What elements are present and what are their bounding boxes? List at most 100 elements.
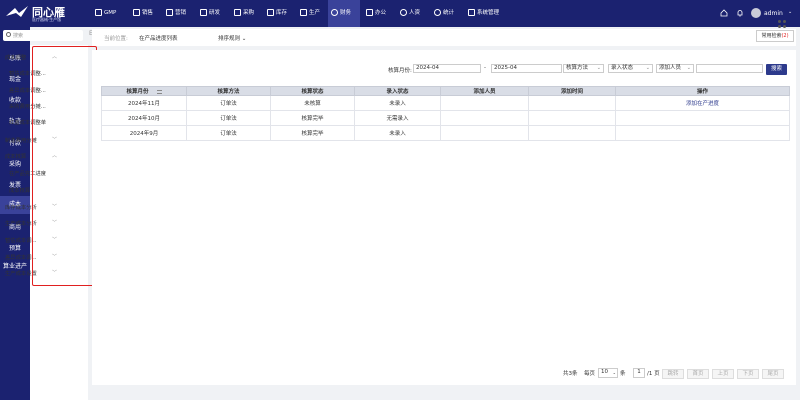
submenu-item-wip-progress[interactable]: 在产品完工进度 bbox=[9, 169, 46, 177]
nav-finance[interactable]: 财务 bbox=[328, 0, 360, 27]
submenu-group-estimate-cost[interactable]: 暂估成本调... ﹀ bbox=[5, 236, 61, 244]
submenu-item-purchase-allocation[interactable]: 采购费用分摊... bbox=[9, 102, 46, 110]
submenu-item-red-blue-adjust[interactable]: 红蓝成本调整单 bbox=[9, 118, 46, 126]
col-adder: 添加人员 bbox=[440, 86, 529, 96]
search-box[interactable]: 搜索 bbox=[3, 30, 83, 41]
month-to-input[interactable]: 2025-04 bbox=[491, 64, 562, 73]
submenu-item-variance-adjust[interactable]: 差异成本调整... bbox=[9, 86, 46, 94]
brand-logo: 同心雁 医疗器械·生产版 bbox=[6, 4, 81, 24]
search-button[interactable]: 搜索 bbox=[766, 64, 787, 75]
search-input[interactable]: 搜索 bbox=[13, 32, 23, 39]
bell-icon[interactable] bbox=[736, 9, 744, 17]
cell-adder bbox=[440, 95, 529, 111]
submenu-group-inventory-cost[interactable]: 库存成本分析 ﹀ bbox=[5, 203, 61, 211]
nav-office[interactable]: 办公 bbox=[366, 0, 386, 27]
sort-rule-dropdown[interactable]: 排序规则 ⌄ bbox=[218, 34, 246, 42]
bird-logo-icon bbox=[6, 6, 28, 17]
col-actions: 操作 bbox=[615, 86, 790, 96]
stats-icon bbox=[434, 9, 441, 16]
username[interactable]: admin bbox=[764, 10, 783, 17]
breadcrumb-bar: 当前位置: 在产品进度列表 排序规则 ⌄ bbox=[92, 29, 796, 46]
chevron-up-icon: ︿ bbox=[51, 153, 57, 159]
settings-icon bbox=[468, 9, 475, 16]
gmp-icon bbox=[95, 9, 102, 16]
nav-marketing[interactable]: 营销 bbox=[166, 0, 186, 27]
cell-method: 订单法 bbox=[186, 95, 271, 111]
avatar[interactable] bbox=[751, 8, 761, 18]
submenu-group-production-settings[interactable]: 生产成本设置 ﹀ bbox=[5, 269, 61, 277]
keyword-input[interactable] bbox=[696, 64, 763, 73]
cell-entry-status: 未录入 bbox=[354, 125, 441, 141]
nav-rnd[interactable]: 研发 bbox=[200, 0, 220, 27]
chevron-down-icon: ﹀ bbox=[51, 220, 57, 226]
last-page-button[interactable]: 尾页 bbox=[762, 369, 784, 379]
common-search-button[interactable]: 常用检索(2) bbox=[756, 30, 794, 42]
cell-status: 核算完毕 bbox=[270, 110, 355, 126]
table-row: 2024年9月 订单法 核算完毕 未录入 bbox=[101, 125, 790, 141]
nav-stats[interactable]: 统计 bbox=[434, 0, 454, 27]
nav-purchase[interactable]: 采购 bbox=[234, 0, 254, 27]
table-row: 2024年10月 订单法 核算完毕 无需录入 bbox=[101, 110, 790, 126]
cell-entry-status: 无需录入 bbox=[354, 110, 441, 126]
sidebar-item-budget[interactable]: 预算 bbox=[0, 243, 30, 252]
submenu-group-cost-adjust[interactable]: 成本调整 ︿ bbox=[5, 53, 61, 61]
grid-menu-icon[interactable] bbox=[778, 20, 786, 28]
chevron-down-icon[interactable]: ⌄ bbox=[788, 9, 792, 15]
first-page-button[interactable]: 首页 bbox=[687, 369, 709, 379]
breadcrumb-current: 在产品进度列表 bbox=[139, 36, 178, 42]
cell-adder bbox=[440, 110, 529, 126]
prev-page-button[interactable]: 上页 bbox=[712, 369, 734, 379]
nav-sales[interactable]: 销售 bbox=[133, 0, 153, 27]
nav-hr[interactable]: 人资 bbox=[400, 0, 420, 27]
month-label: 核算月份: bbox=[388, 68, 412, 74]
jump-button[interactable]: 跳转 bbox=[662, 369, 684, 379]
table-header-row: 核算月份 核算方法 核算状态 录入状态 添加人员 添加时间 操作 bbox=[101, 86, 790, 96]
col-month[interactable]: 核算月份 bbox=[101, 86, 187, 96]
total-count: 共3条 bbox=[563, 371, 578, 377]
hr-icon bbox=[400, 9, 407, 16]
sales-icon bbox=[133, 9, 140, 16]
home-icon[interactable] bbox=[720, 9, 728, 17]
adder-select[interactable]: 添加人员 ⌄ bbox=[656, 64, 694, 73]
month-from-input[interactable]: 2024-04 bbox=[413, 64, 481, 73]
submenu-item-estimate-adjust[interactable]: 暂估成本调整... bbox=[9, 69, 46, 77]
per-page-unit: 条 bbox=[620, 371, 626, 377]
cell-entry-status: 未录入 bbox=[354, 95, 441, 111]
sidebar-item-purchase[interactable]: 采购 bbox=[0, 159, 30, 168]
submenu-item-cost-accounting[interactable]: 成本核算 bbox=[9, 186, 30, 194]
next-page-button[interactable]: 下页 bbox=[737, 369, 759, 379]
chevron-down-icon: ﹀ bbox=[51, 270, 57, 276]
chevron-down-icon: ﹀ bbox=[51, 137, 57, 143]
cell-method: 订单法 bbox=[186, 125, 271, 141]
submenu-group-mfg-allocation[interactable]: 制造费用分摊 ﹀ bbox=[5, 136, 61, 144]
col-entry-status: 录入状态 bbox=[354, 86, 441, 96]
per-page-label: 每页 bbox=[584, 371, 596, 377]
sort-icon[interactable] bbox=[156, 89, 162, 94]
entry-status-select[interactable]: 录入状态 ⌄ bbox=[608, 64, 653, 73]
chevron-down-icon: ﹀ bbox=[51, 254, 57, 260]
purchase-icon bbox=[234, 9, 241, 16]
range-separator: - bbox=[484, 65, 486, 71]
cell-status: 未核算 bbox=[270, 95, 355, 111]
per-page-select[interactable]: 10 ⌄ bbox=[598, 368, 618, 378]
wip-progress-table: 核算月份 核算方法 核算状态 录入状态 添加人员 添加时间 操作 2024年11… bbox=[101, 86, 790, 141]
submenu-group-variance-cost[interactable]: 差异成本调... ﹀ bbox=[5, 253, 61, 261]
chevron-down-icon: ⌄ bbox=[596, 65, 601, 71]
cell-add-time bbox=[528, 125, 616, 141]
chevron-down-icon: ﹀ bbox=[51, 204, 57, 210]
page-total: /1 页 bbox=[647, 371, 660, 377]
common-search-count: (2) bbox=[781, 33, 789, 39]
method-select[interactable]: 核算方法 ⌄ bbox=[563, 64, 604, 73]
chevron-down-icon: ⌄ bbox=[241, 36, 247, 42]
submenu-group-production-cost[interactable]: 生产成本分析 ﹀ bbox=[5, 219, 61, 227]
nav-gmp[interactable]: GMP bbox=[95, 0, 116, 27]
cell-actions bbox=[615, 110, 790, 126]
nav-settings[interactable]: 系统管理 bbox=[468, 0, 499, 27]
nav-inventory[interactable]: 库存 bbox=[267, 0, 287, 27]
nav-production[interactable]: 生产 bbox=[300, 0, 320, 27]
submenu-group-cost-accounting[interactable]: 成本核算 ︿ bbox=[5, 152, 61, 160]
marketing-icon bbox=[166, 9, 173, 16]
cell-status: 核算完毕 bbox=[270, 125, 355, 141]
page-input[interactable]: 1 bbox=[633, 368, 645, 378]
add-wip-progress-link[interactable]: 添加在产进度 bbox=[615, 95, 790, 111]
